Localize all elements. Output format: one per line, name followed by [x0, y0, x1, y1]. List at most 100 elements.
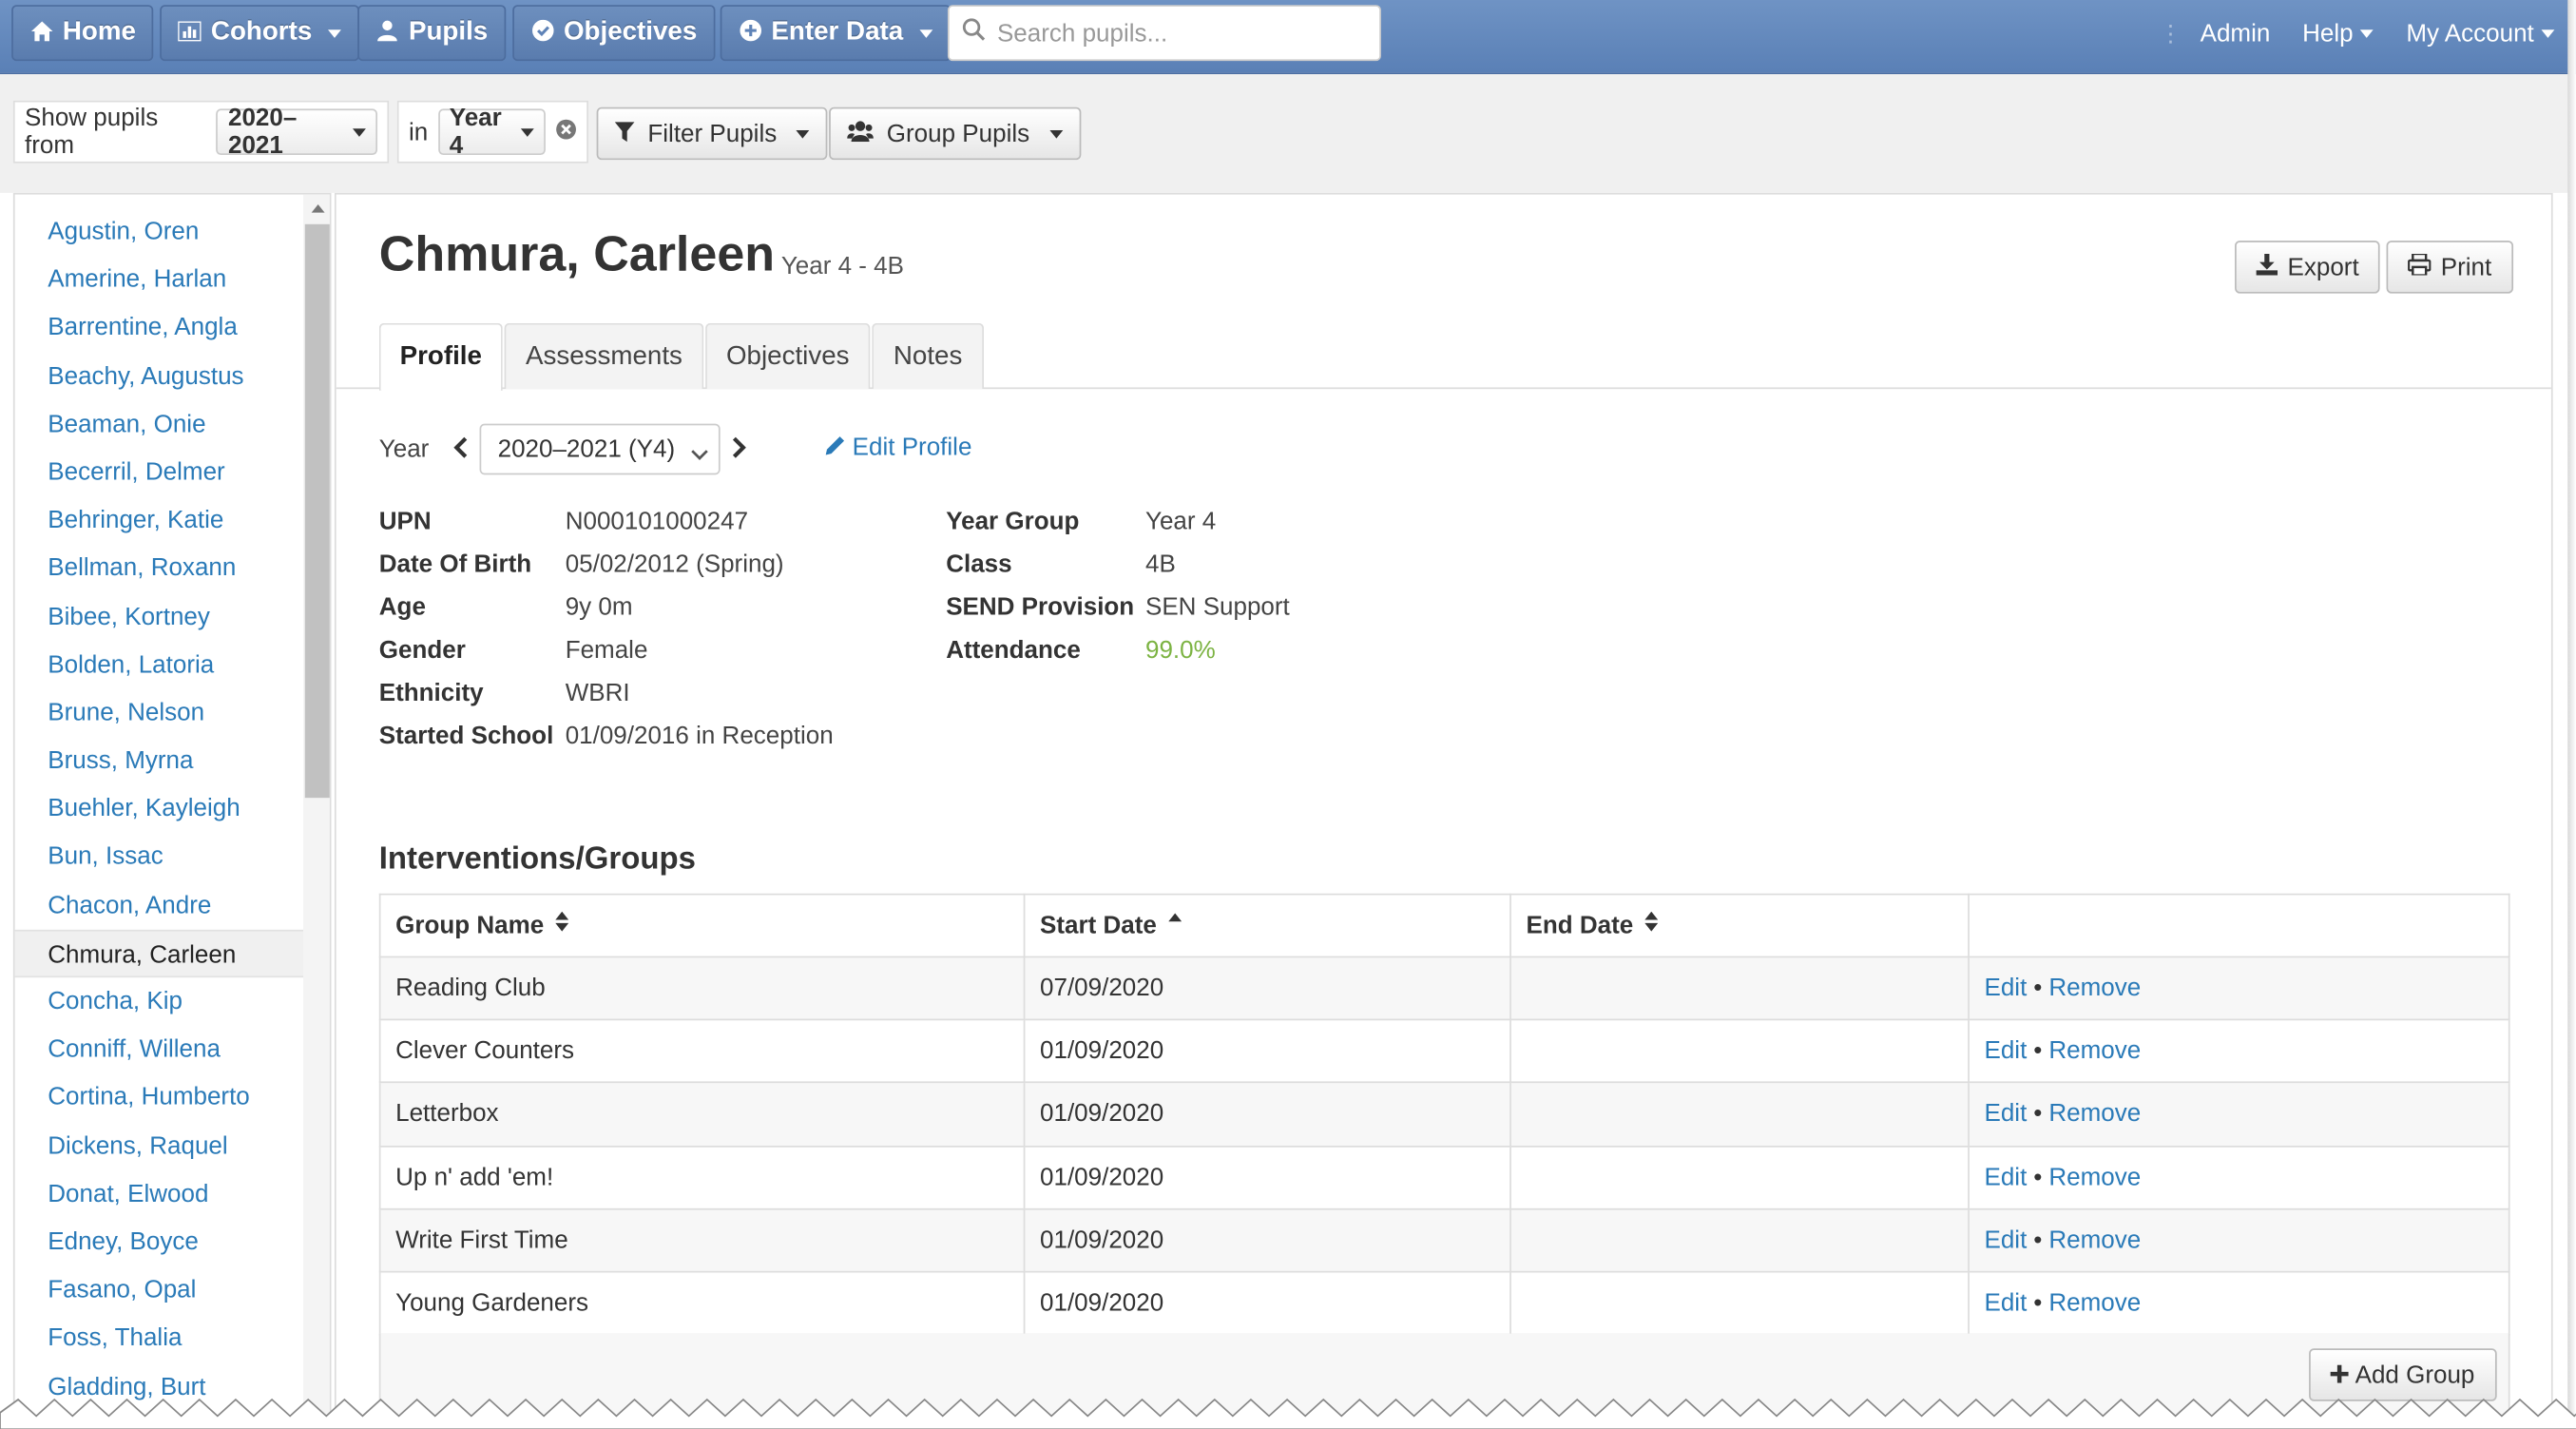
- scrollbar-thumb[interactable]: [304, 223, 330, 799]
- column-header-end-date[interactable]: End Date: [1509, 893, 1970, 958]
- year-range-value: 2020–2021: [227, 104, 298, 161]
- interventions-table: Group Name Start Date End Date Reading C…: [378, 893, 2510, 1336]
- remove-group-link[interactable]: Remove: [2048, 1100, 2141, 1128]
- sidebar-item-pupil[interactable]: Foss, Thalia: [15, 1314, 303, 1362]
- sidebar-item-pupil[interactable]: Brune, Nelson: [15, 689, 303, 738]
- edit-group-link[interactable]: Edit: [1984, 1289, 2027, 1317]
- nav-enter-data-button[interactable]: Enter Data: [720, 5, 952, 62]
- sidebar-item-pupil[interactable]: Bun, Issac: [15, 833, 303, 881]
- pupil-class-subtitle: Year 4 - 4B: [780, 252, 904, 280]
- sidebar-item-pupil[interactable]: Bolden, Latoria: [15, 641, 303, 689]
- tab-profile[interactable]: Profile: [378, 322, 503, 391]
- year-group-dropdown[interactable]: Year 4: [437, 104, 546, 160]
- profile-field-label: Gender: [378, 636, 466, 665]
- sidebar-item-pupil[interactable]: Cortina, Humberto: [15, 1073, 303, 1122]
- end-date-cell: [1509, 1207, 1970, 1273]
- pupil-list: Agustin, Oren Amerine, Harlan Barrentine, …: [14, 207, 304, 1410]
- sidebar-item-pupil[interactable]: Chacon, Andre: [15, 881, 303, 930]
- tab-notes[interactable]: Notes: [872, 322, 985, 390]
- sidebar-item-pupil[interactable]: Barrentine, Angla: [15, 304, 303, 353]
- year-group-value: Year 4: [449, 104, 502, 161]
- sidebar-item-pupil[interactable]: Bruss, Myrna: [15, 737, 303, 785]
- group-pupils-button[interactable]: Group Pupils: [829, 106, 1081, 161]
- plus-circle-icon: [739, 19, 761, 47]
- nav-my-account-menu[interactable]: My Account: [2406, 20, 2554, 48]
- print-button[interactable]: Print: [2386, 241, 2513, 294]
- remove-group-link[interactable]: Remove: [2048, 1163, 2141, 1190]
- edit-group-link[interactable]: Edit: [1984, 1226, 2027, 1254]
- sidebar-item-pupil[interactable]: Becerril, Delmer: [15, 448, 303, 496]
- year-range-dropdown[interactable]: 2020–2021: [216, 104, 378, 160]
- chevron-down-icon: [2359, 29, 2374, 38]
- remove-group-link[interactable]: Remove: [2048, 1226, 2141, 1254]
- remove-group-link[interactable]: Remove: [2048, 1289, 2141, 1317]
- sidebar-item-pupil[interactable]: Edney, Boyce: [15, 1218, 303, 1266]
- top-navbar: Home Cohorts Pupils Objectives Enter Dat…: [0, 0, 2576, 75]
- filter-bar: Show pupils from 2020–2021 in Year 4 Fil…: [0, 74, 2576, 193]
- tab-assessments[interactable]: Assessments: [504, 322, 704, 390]
- sidebar-item-pupil[interactable]: Concha, Kip: [15, 977, 303, 1026]
- group-pupils-label: Group Pupils: [886, 119, 1030, 148]
- nav-objectives-button[interactable]: Objectives: [512, 5, 716, 62]
- scroll-up-arrow-icon[interactable]: [311, 203, 325, 213]
- chevron-down-icon: [797, 129, 810, 138]
- edit-profile-link[interactable]: Edit Profile: [825, 434, 971, 461]
- table-row: Up n' add 'em! 01/09/2020 Edit • Remove: [378, 1145, 2510, 1210]
- edit-group-link[interactable]: Edit: [1984, 975, 2027, 1002]
- column-header-label: End Date: [1526, 911, 1634, 940]
- nav-home-button[interactable]: Home: [11, 5, 155, 62]
- nav-pupils-label: Pupils: [408, 18, 489, 47]
- year-select-value: 2020–2021 (Y4): [497, 434, 676, 464]
- start-date-cell: 01/09/2020: [1023, 1145, 1511, 1210]
- group-name-cell: Write First Time: [378, 1207, 1026, 1273]
- sidebar-item-pupil[interactable]: Buehler, Kayleigh: [15, 785, 303, 834]
- start-date-cell: 01/09/2020: [1023, 1018, 1511, 1084]
- profile-field-label: SEND Provision: [946, 593, 1135, 622]
- chevron-right-icon[interactable]: [732, 436, 747, 466]
- sidebar-item-pupil[interactable]: Beaman, Onie: [15, 400, 303, 449]
- edit-group-link[interactable]: Edit: [1984, 1037, 2027, 1065]
- remove-group-link[interactable]: Remove: [2048, 1037, 2141, 1065]
- search-input[interactable]: [996, 18, 1360, 48]
- sidebar-item-pupil[interactable]: Amerine, Harlan: [15, 256, 303, 304]
- column-header-group-name[interactable]: Group Name: [378, 893, 1026, 958]
- export-button[interactable]: Export: [2235, 241, 2381, 294]
- filter-icon: [614, 120, 635, 147]
- tab-objectives[interactable]: Objectives: [705, 322, 871, 390]
- profile-field-label: Class: [946, 550, 1012, 579]
- nav-help-menu[interactable]: Help: [2302, 20, 2374, 48]
- profile-field-label: Date Of Birth: [378, 550, 532, 579]
- clear-filter-icon[interactable]: [555, 118, 577, 145]
- print-label: Print: [2440, 253, 2492, 281]
- filter-pupils-label: Filter Pupils: [647, 119, 778, 148]
- sidebar-item-pupil[interactable]: Behringer, Katie: [15, 496, 303, 545]
- profile-field-label: Attendance: [946, 636, 1081, 665]
- edit-group-link[interactable]: Edit: [1984, 1100, 2027, 1128]
- profile-field-value: Female: [565, 636, 648, 665]
- filter-pupils-button[interactable]: Filter Pupils: [596, 106, 828, 161]
- sidebar-item-pupil[interactable]: Donat, Elwood: [15, 1170, 303, 1219]
- sidebar-item-pupil[interactable]: Dickens, Raquel: [15, 1122, 303, 1170]
- nav-pupils-button[interactable]: Pupils: [357, 5, 507, 62]
- year-select[interactable]: 2020–2021 (Y4): [479, 423, 721, 475]
- sidebar-item-pupil[interactable]: Bellman, Roxann: [15, 545, 303, 593]
- chevron-left-icon[interactable]: [453, 436, 469, 466]
- sidebar-item-pupil[interactable]: Conniff, Willena: [15, 1026, 303, 1074]
- profile-field-label: Started School: [378, 722, 554, 750]
- sidebar-item-pupil[interactable]: Fasano, Opal: [15, 1266, 303, 1315]
- tab-label: Notes: [893, 341, 963, 371]
- sidebar-item-pupil[interactable]: Beachy, Augustus: [15, 352, 303, 400]
- sidebar-item-pupil[interactable]: Bibee, Kortney: [15, 592, 303, 641]
- actions-cell: Edit • Remove: [1968, 1207, 2510, 1273]
- sidebar-item-pupil[interactable]: Agustin, Oren: [15, 207, 303, 256]
- edit-group-link[interactable]: Edit: [1984, 1163, 2027, 1190]
- nav-cohorts-button[interactable]: Cohorts: [160, 5, 360, 62]
- printer-icon: [2407, 251, 2432, 280]
- page-edge-shadow: [2567, 0, 2576, 1429]
- sidebar-item-pupil[interactable]: Chmura, Carleen: [14, 929, 304, 978]
- profile-field-label: UPN: [378, 508, 432, 536]
- download-icon: [2256, 253, 2278, 280]
- column-header-start-date[interactable]: Start Date: [1023, 893, 1511, 958]
- nav-admin-link[interactable]: Admin: [2201, 20, 2271, 48]
- remove-group-link[interactable]: Remove: [2048, 975, 2141, 1002]
